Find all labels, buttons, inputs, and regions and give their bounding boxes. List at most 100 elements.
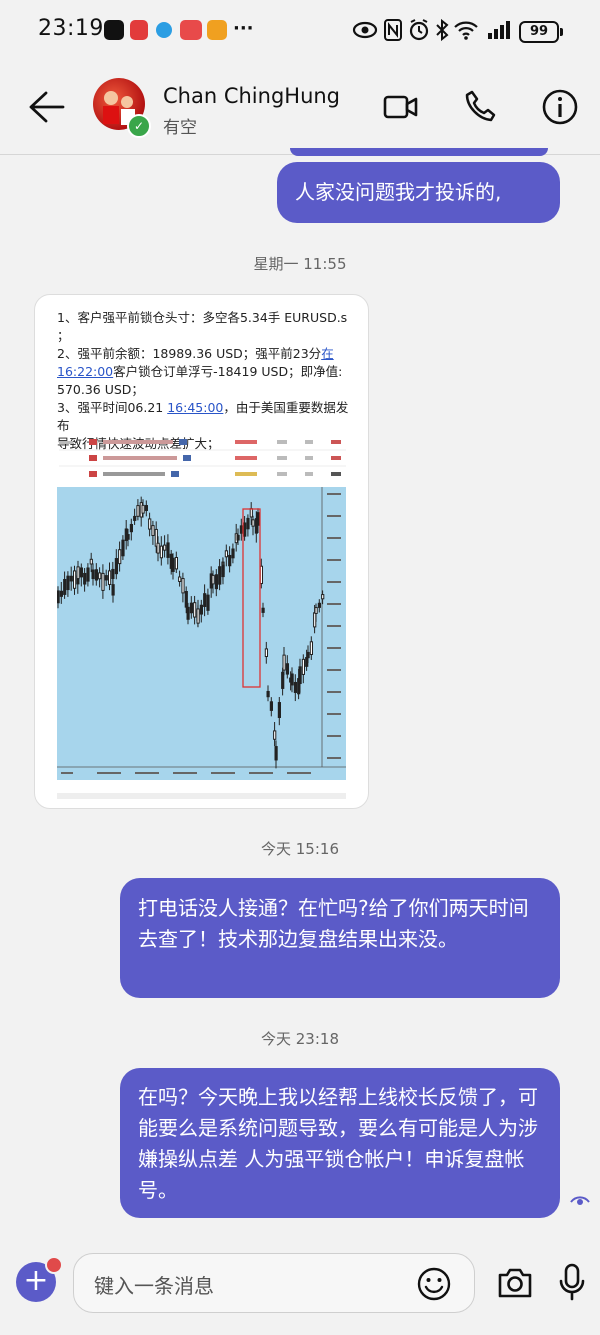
candle-body bbox=[256, 512, 260, 526]
candle-body bbox=[321, 594, 325, 600]
candle-body bbox=[221, 564, 225, 578]
candle-body bbox=[206, 594, 210, 611]
candle-body bbox=[63, 578, 67, 595]
candle-body bbox=[98, 572, 102, 580]
candle-body bbox=[189, 602, 194, 614]
notification-dot bbox=[45, 1256, 63, 1274]
candle-body bbox=[285, 663, 290, 675]
candle-body bbox=[301, 658, 306, 675]
candle-body bbox=[178, 576, 182, 582]
candle-body bbox=[174, 557, 179, 570]
candle-body bbox=[266, 690, 270, 698]
notification-app-icon bbox=[180, 20, 202, 40]
contact-status: 有空 bbox=[163, 118, 197, 138]
candle-body bbox=[236, 534, 240, 541]
timestamp: 今天 15:16 bbox=[261, 840, 339, 858]
candle-body bbox=[89, 558, 93, 565]
candle-body bbox=[156, 542, 160, 554]
candle-body bbox=[313, 612, 317, 628]
candle-body bbox=[317, 602, 321, 608]
candle-body bbox=[224, 550, 229, 558]
back-arrow-icon[interactable] bbox=[26, 89, 66, 125]
candle-body bbox=[159, 545, 164, 559]
candle-body bbox=[277, 702, 282, 718]
candle-body bbox=[196, 608, 200, 624]
candle-body bbox=[199, 604, 204, 615]
candle-body bbox=[69, 575, 73, 582]
candle-body bbox=[114, 558, 118, 575]
candle-body bbox=[186, 606, 190, 620]
info-icon[interactable] bbox=[541, 88, 579, 126]
image-line: 3、强平时间06.21 16:45:00，由于美国重要数据发布 bbox=[57, 400, 349, 433]
image-line: 1、客户强平前锁仓头寸：多空各5.34手 EURUSD.s bbox=[57, 310, 348, 325]
candle-body bbox=[136, 505, 140, 517]
candlestick-chart-thumbnail bbox=[57, 487, 346, 780]
status-time: 23:19 bbox=[38, 16, 104, 41]
economic-calendar-thumbnail bbox=[59, 439, 346, 477]
message-input-placeholder: 键入一条消息 bbox=[94, 1274, 214, 1298]
wifi-icon bbox=[454, 21, 478, 40]
image-bottom-strip bbox=[57, 793, 346, 799]
online-status-icon: ✓ bbox=[127, 114, 151, 138]
message-input[interactable]: 键入一条消息 bbox=[73, 1253, 475, 1313]
candle-body bbox=[298, 666, 302, 685]
image-message[interactable]: 1、客户强平前锁仓头寸：多空各5.34手 EURUSD.s ； 2、强平前余额：… bbox=[34, 294, 369, 809]
candle-body bbox=[273, 730, 277, 740]
read-receipt-icon bbox=[570, 1196, 590, 1205]
camera-icon[interactable] bbox=[496, 1266, 534, 1300]
candle-body bbox=[264, 648, 269, 658]
video-call-icon[interactable] bbox=[383, 92, 419, 122]
candle-body bbox=[314, 607, 318, 614]
candle-body bbox=[293, 681, 298, 693]
candle-body bbox=[181, 578, 185, 594]
status-bar: 23:19 ··· 99 bbox=[0, 0, 600, 62]
candle-body bbox=[246, 517, 250, 530]
candle-body bbox=[148, 518, 152, 530]
message-text: 打电话没人接通？在忙吗?给了你们两天时间去查了！技术那边复盘结果出来没。 bbox=[138, 896, 529, 951]
candle-body bbox=[214, 574, 219, 590]
timestamp: 今天 23:18 bbox=[261, 1030, 339, 1048]
image-line: 2、强平前余额：18989.36 USD；强平前23分在 bbox=[57, 346, 334, 361]
candle-body bbox=[57, 590, 60, 604]
candle-body bbox=[243, 522, 247, 537]
candle-body bbox=[231, 548, 235, 559]
contact-name[interactable]: Chan ChingHung bbox=[163, 84, 340, 108]
candle-body bbox=[101, 572, 105, 591]
candle-body bbox=[251, 519, 255, 527]
alarm-icon bbox=[409, 19, 429, 41]
candle-body bbox=[211, 574, 215, 585]
candle-body bbox=[104, 575, 108, 581]
image-line: 16:22:00客户锁仓订单浮亏-18419 USD；即净值: bbox=[57, 364, 343, 379]
candle-body bbox=[79, 567, 83, 578]
candle-body bbox=[171, 557, 175, 572]
candle-body bbox=[94, 569, 98, 581]
bluetooth-icon bbox=[436, 18, 449, 42]
candle-body bbox=[144, 505, 149, 512]
message-bubble-outgoing[interactable]: 在吗？今天晚上我以经帮上线校长反馈了，可能要么是系统问题导致，要么有可能是人为涉… bbox=[120, 1068, 560, 1218]
candle-body bbox=[274, 746, 278, 761]
candle-body bbox=[59, 590, 63, 597]
tiktok-icon bbox=[104, 20, 124, 40]
message-text: 在吗？今天晚上我以经帮上线校长反馈了，可能要么是系统问题导致，要么有可能是人为涉… bbox=[138, 1085, 538, 1202]
candle-body bbox=[261, 607, 265, 613]
voice-call-icon[interactable] bbox=[464, 89, 496, 125]
candle-body bbox=[108, 570, 112, 585]
candle-body bbox=[118, 549, 122, 565]
candle-body bbox=[76, 566, 80, 580]
notification-app-icon bbox=[130, 20, 148, 40]
candle-body bbox=[91, 569, 95, 580]
more-notifications: ··· bbox=[233, 18, 254, 39]
emoji-icon[interactable] bbox=[416, 1266, 452, 1302]
microphone-icon[interactable] bbox=[559, 1263, 585, 1301]
message-bubble-outgoing[interactable]: 打电话没人接通？在忙吗?给了你们两天时间去查了！技术那边复盘结果出来没。 bbox=[120, 878, 560, 998]
image-line: 570.36 USD； bbox=[57, 382, 144, 397]
candle-body bbox=[218, 566, 222, 585]
message-bubble-outgoing[interactable]: 人家没问题我才投诉的, bbox=[277, 162, 560, 223]
candle-body bbox=[309, 641, 314, 656]
candle-body bbox=[290, 673, 294, 686]
candle-body bbox=[282, 654, 286, 671]
candle-body bbox=[269, 701, 274, 711]
candle-body bbox=[83, 572, 87, 585]
candle-body bbox=[228, 554, 232, 567]
nfc-icon bbox=[384, 19, 402, 41]
